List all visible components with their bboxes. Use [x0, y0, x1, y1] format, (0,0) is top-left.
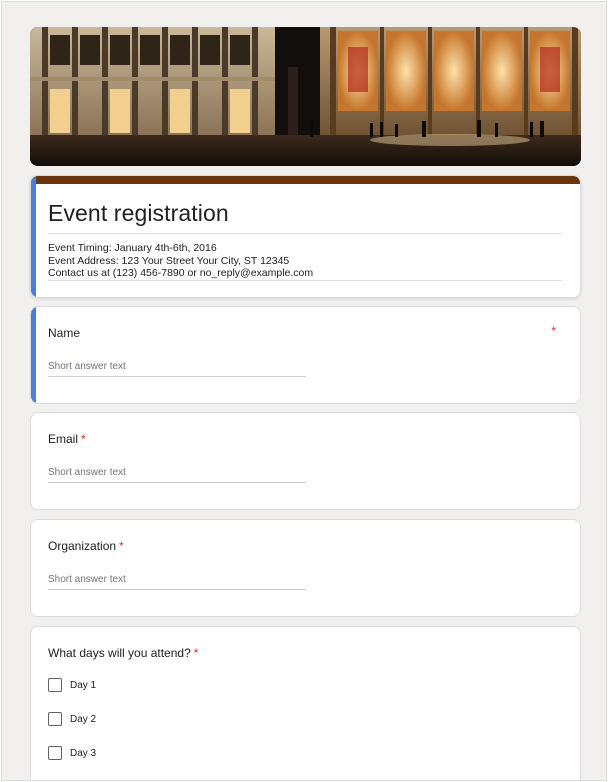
question-card-email[interactable]: Email * — [30, 412, 581, 510]
question-label: Name — [48, 326, 81, 340]
checkbox-option-day-1[interactable]: Day 1 — [48, 678, 96, 692]
question-card-name[interactable]: Name * — [30, 306, 581, 404]
form-header-card: Event registration Event Timing: January… — [30, 175, 581, 298]
description-line: Event Address: 123 Your Street Your City… — [48, 254, 290, 267]
description-line: Event Timing: January 4th-6th, 2016 — [48, 242, 217, 254]
focus-indicator-bar — [31, 307, 36, 403]
question-label: What days will you attend? * — [48, 646, 199, 660]
form-page: Event registration Event Timing: January… — [1, 1, 607, 781]
checkbox-option-day-3[interactable]: Day 3 — [48, 746, 96, 760]
question-card-organization[interactable]: Organization * — [30, 519, 581, 617]
question-label: Organization * — [48, 539, 124, 553]
lincoln-center-photo — [30, 27, 581, 166]
form-title: Event registration — [48, 200, 229, 226]
question-card-days[interactable]: What days will you attend? * Day 1 Day 2 … — [30, 626, 581, 780]
option-label: Day 2 — [70, 713, 97, 725]
required-asterisk: * — [193, 646, 199, 660]
checkbox[interactable] — [48, 746, 62, 760]
option-label: Day 3 — [70, 747, 97, 759]
divider — [48, 280, 562, 281]
name-input[interactable] — [48, 357, 306, 377]
divider — [48, 233, 562, 234]
question-label: Email * — [48, 432, 86, 446]
form-description: Event Timing: January 4th-6th, 2016 Even… — [48, 242, 313, 280]
required-asterisk: * — [119, 539, 124, 553]
focus-indicator-bar — [31, 176, 36, 297]
header-banner-image — [30, 27, 581, 166]
checkbox[interactable] — [48, 678, 62, 692]
organization-input[interactable] — [48, 570, 306, 590]
required-asterisk: * — [81, 432, 86, 446]
option-label: Day 1 — [70, 679, 97, 691]
theme-accent-bar — [31, 176, 580, 184]
email-input[interactable] — [48, 463, 306, 483]
description-line: Contact us at (123) 456-7890 or no_reply… — [48, 267, 314, 279]
required-asterisk: * — [551, 324, 556, 338]
checkbox[interactable] — [48, 712, 62, 726]
checkbox-option-day-2[interactable]: Day 2 — [48, 712, 96, 726]
